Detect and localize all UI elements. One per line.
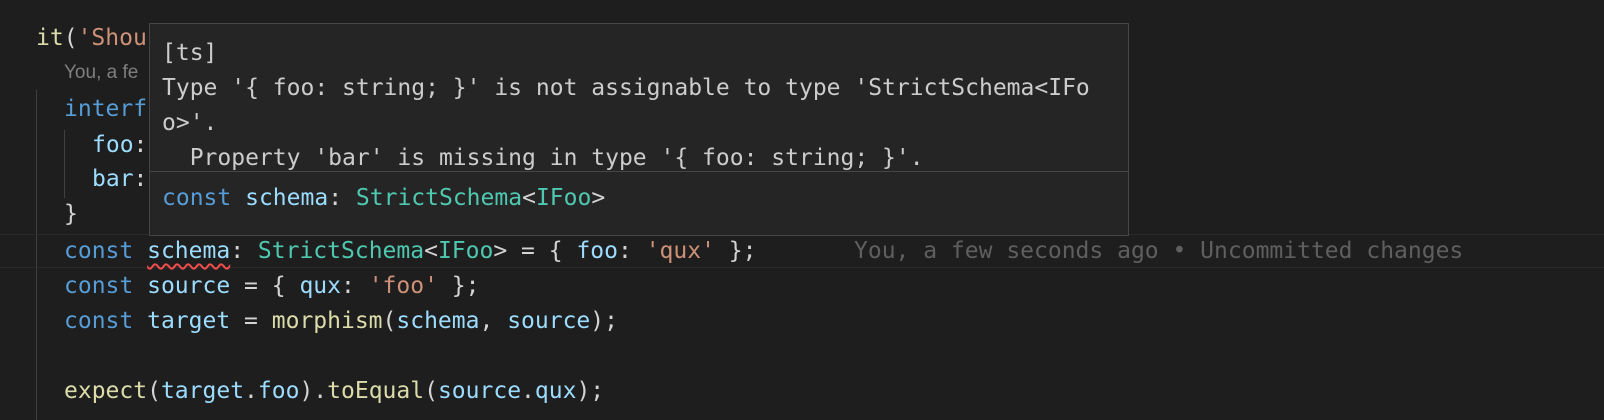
error-message-line: o>'. xyxy=(162,110,218,136)
keyword-const: const xyxy=(64,273,134,299)
string-qux: 'qux' xyxy=(645,238,715,264)
assign: = xyxy=(230,308,272,334)
keyword-const: const xyxy=(162,185,232,211)
close: }; xyxy=(714,238,757,264)
object-target: target xyxy=(160,378,245,404)
code-line-schema[interactable]: const schema: StrictSchema<IFoo> = { foo… xyxy=(64,233,756,269)
paren-open: ( xyxy=(424,378,438,404)
angle-close: > xyxy=(591,185,606,211)
comma: , xyxy=(479,308,508,334)
property-foo: foo xyxy=(257,378,300,404)
code-line-it[interactable]: it('Shou xyxy=(36,20,147,56)
hover-source-tag: [ts] xyxy=(162,40,218,66)
dot: . xyxy=(244,378,258,404)
paren: ( xyxy=(63,25,78,51)
close-brace: } xyxy=(64,201,78,227)
code-line-source[interactable]: const source = { qux: 'foo' }; xyxy=(64,268,480,304)
variable-source: source xyxy=(147,273,231,299)
code-line-foo[interactable]: foo: xyxy=(92,127,147,163)
angle-open: < xyxy=(522,185,536,211)
variable-schema: schema xyxy=(245,185,329,211)
type-ifoo: IFoo xyxy=(437,238,494,264)
code-line-bar[interactable]: bar: xyxy=(92,161,147,197)
colon: : xyxy=(230,238,245,264)
colon: : xyxy=(133,132,148,158)
fn-morphism: morphism xyxy=(271,308,383,334)
paren-open: ( xyxy=(147,378,161,404)
error-message-line: Type '{ foo: string; }' is not assignabl… xyxy=(162,75,1090,101)
code-line-close-brace[interactable]: } xyxy=(64,196,78,232)
angle-open: < xyxy=(424,238,438,264)
dot: . xyxy=(521,378,535,404)
method-toequal: toEqual xyxy=(327,378,425,404)
string-foo: 'foo' xyxy=(368,273,438,299)
property-qux: qux xyxy=(299,273,341,299)
indent-guide xyxy=(64,130,65,198)
variable-target: target xyxy=(147,308,231,334)
colon: : xyxy=(328,185,356,211)
colon: : xyxy=(341,273,369,299)
paren-open: ( xyxy=(382,308,397,334)
type-strictschema: StrictSchema xyxy=(257,238,425,264)
property-foo: foo xyxy=(576,238,618,264)
arg-source: source xyxy=(507,308,591,334)
hover-message: [ts] Type '{ foo: string; }' is not assig… xyxy=(150,24,1128,171)
arg-schema: schema xyxy=(396,308,480,334)
close: ); xyxy=(576,378,605,404)
test-name-string: 'Shou xyxy=(77,25,147,51)
close: }; xyxy=(437,273,480,299)
keyword-interface: interf xyxy=(64,96,148,122)
git-blame-inline: You, a few seconds ago • Uncommitted cha… xyxy=(854,238,1464,264)
close: ); xyxy=(590,308,618,334)
hover-signature: const schema: StrictSchema<IFoo> xyxy=(150,172,1128,224)
variable-schema-error[interactable]: schema xyxy=(147,238,230,264)
code-line-expect[interactable]: expect(target.foo).toEqual(source.qux); xyxy=(64,373,604,409)
close-dot: ). xyxy=(299,378,328,404)
property-foo: foo xyxy=(92,132,134,158)
type-ifoo: IFoo xyxy=(535,185,592,211)
code-editor[interactable]: it('Shou You, a fe interf foo: bar: } co… xyxy=(0,0,1604,420)
assign-open: = { xyxy=(230,273,300,299)
keyword-const: const xyxy=(64,308,134,334)
object-source: source xyxy=(437,378,522,404)
colon: : xyxy=(617,238,646,264)
property-bar: bar xyxy=(92,166,134,192)
property-qux: qux xyxy=(534,378,577,404)
code-line-target[interactable]: const target = morphism(schema, source); xyxy=(64,303,618,339)
colon: : xyxy=(133,166,148,192)
keyword-const: const xyxy=(64,238,134,264)
type-strictschema: StrictSchema xyxy=(355,185,523,211)
hover-tooltip[interactable]: [ts] Type '{ foo: string; }' is not assig… xyxy=(149,23,1129,236)
fn-expect: expect xyxy=(64,378,148,404)
assign-open: > = { xyxy=(493,238,577,264)
code-line-interface[interactable]: interf xyxy=(64,91,147,127)
git-blame-annotation: You, a fe xyxy=(64,62,139,83)
fn-it: it xyxy=(36,25,64,51)
